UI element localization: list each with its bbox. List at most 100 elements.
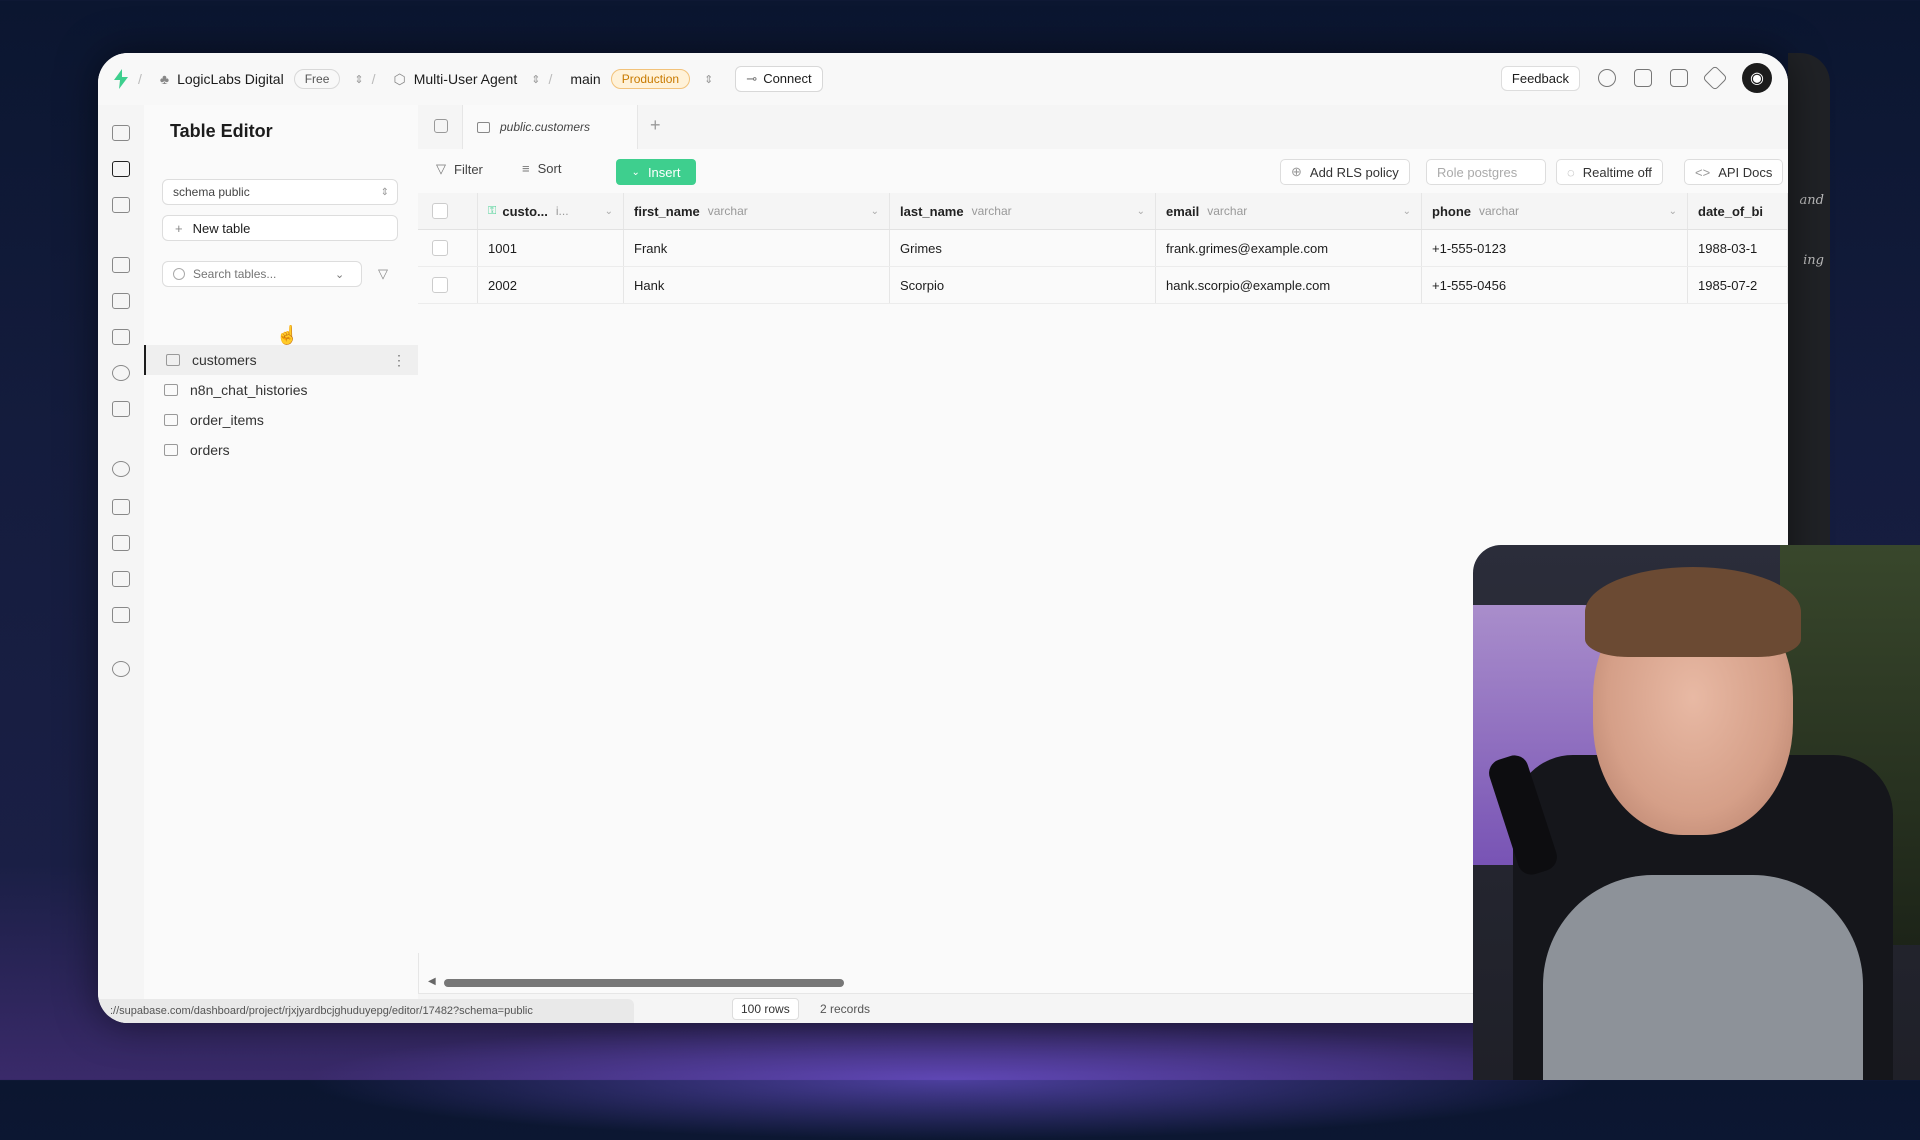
chevron-down-icon[interactable]: ⌄ <box>1669 206 1677 217</box>
terminal-icon[interactable] <box>1670 69 1688 87</box>
search-tables-field[interactable]: ⌄ <box>162 261 362 287</box>
filter-icon[interactable]: ▽ <box>370 261 396 287</box>
chevron-down-icon[interactable]: ⌄ <box>1403 206 1411 217</box>
chevron-updown-icon: ⇕ <box>531 73 541 86</box>
advisors-icon[interactable] <box>112 461 130 477</box>
table-item-label: orders <box>190 442 230 458</box>
table-editor-icon[interactable] <box>112 161 130 177</box>
cell-first-name[interactable]: Frank <box>624 230 890 266</box>
realtime-icon[interactable] <box>112 365 130 381</box>
storage-icon[interactable] <box>112 329 130 345</box>
cell-email[interactable]: frank.grimes@example.com <box>1156 230 1422 266</box>
select-all-checkbox[interactable] <box>432 203 448 219</box>
column-header-phone[interactable]: phone varchar ⌄ <box>1422 193 1688 229</box>
search-input[interactable] <box>191 266 335 282</box>
api-docs-icon[interactable] <box>112 571 130 587</box>
supabase-logo[interactable] <box>112 69 130 89</box>
tab-label: public.customers <box>500 120 591 134</box>
schema-selector[interactable]: schema public ⇕ <box>162 179 398 205</box>
cell-phone[interactable]: +1-555-0123 <box>1422 230 1688 266</box>
tab-public-customers[interactable]: public.customers <box>462 105 638 149</box>
chevron-down-icon[interactable]: ⌄ <box>605 206 613 217</box>
org-name: LogicLabs Digital <box>177 71 284 87</box>
page-title: Table Editor <box>170 121 273 141</box>
org-selector[interactable]: ♣ LogicLabs Digital Free ⇕ <box>160 69 364 89</box>
database-icon[interactable] <box>112 257 130 273</box>
table-item-orders[interactable]: orders <box>144 435 418 465</box>
cell-customer-id[interactable]: 1001 <box>478 230 624 266</box>
column-header-customer-id[interactable]: ⚿ custo... i... ⌄ <box>478 193 624 229</box>
cell-date-of-birth[interactable]: 1985-07-2 <box>1688 267 1788 303</box>
column-header-date-of-birth[interactable]: date_of_bi <box>1688 193 1788 229</box>
settings-icon[interactable] <box>112 661 130 677</box>
add-tab-icon[interactable]: + <box>650 115 661 136</box>
table-list-panel: Table Editor schema public ⇕ + New table… <box>144 105 419 1023</box>
scrollbar-thumb[interactable] <box>444 979 844 987</box>
new-table-button[interactable]: + New table <box>162 215 398 241</box>
edge-functions-icon[interactable] <box>112 401 130 417</box>
help-icon[interactable] <box>1598 69 1616 87</box>
chevron-down-icon[interactable]: ⌄ <box>871 206 879 217</box>
auth-icon[interactable] <box>112 293 130 309</box>
feedback-button[interactable]: Feedback <box>1500 65 1580 91</box>
table-item-customers[interactable]: customers ⋮ <box>144 345 418 375</box>
cell-email[interactable]: hank.scorpio@example.com <box>1156 267 1422 303</box>
chevron-expand-icon[interactable]: ⌄ <box>335 268 344 281</box>
table-item-order-items[interactable]: order_items <box>144 405 418 435</box>
project-icon: ⬡ <box>393 70 406 87</box>
table-icon <box>164 414 178 426</box>
project-name: Multi-User Agent <box>413 71 518 87</box>
column-header-first-name[interactable]: first_name varchar ⌄ <box>624 193 890 229</box>
add-rls-policy-button[interactable]: ⊕ Add RLS policy <box>1280 159 1410 185</box>
inbox-icon[interactable] <box>1634 69 1652 87</box>
filter-button[interactable]: ▽ Filter <box>436 161 483 177</box>
reports-icon[interactable] <box>112 499 130 515</box>
row-select-cell <box>418 230 478 266</box>
insert-button[interactable]: ⌄ Insert <box>616 159 696 185</box>
column-header-email[interactable]: email varchar ⌄ <box>1156 193 1422 229</box>
api-docs-button[interactable]: <> API Docs <box>1684 159 1784 185</box>
connect-label: Connect <box>763 71 812 86</box>
scroll-left-icon[interactable]: ◀ <box>428 976 436 987</box>
column-header-last-name[interactable]: last_name varchar ⌄ <box>890 193 1156 229</box>
table-item-n8n-chat-histories[interactable]: n8n_chat_histories <box>144 375 418 405</box>
cell-last-name[interactable]: Scorpio <box>890 267 1156 303</box>
column-type: varchar <box>971 204 1012 218</box>
integrations-icon[interactable] <box>112 607 130 623</box>
table-row[interactable]: 2002 Hank Scorpio hank.scorpio@example.c… <box>418 267 1788 304</box>
horizontal-scrollbar[interactable]: ◀ <box>428 976 1468 988</box>
table-row[interactable]: 1001 Frank Grimes frank.grimes@example.c… <box>418 230 1788 267</box>
home-icon[interactable] <box>112 125 130 141</box>
more-options-icon[interactable]: ⋮ <box>392 352 406 369</box>
row-checkbox[interactable] <box>432 240 448 256</box>
cell-customer-id[interactable]: 2002 <box>478 267 624 303</box>
role-selector[interactable]: Role postgres <box>1426 159 1546 185</box>
logs-icon[interactable] <box>112 535 130 551</box>
chevron-down-icon[interactable]: ⌄ <box>1137 206 1145 217</box>
cell-date-of-birth[interactable]: 1988-03-1 <box>1688 230 1788 266</box>
plan-badge: Free <box>293 69 341 89</box>
realtime-button[interactable]: ◌ Realtime off <box>1556 159 1663 185</box>
cell-phone[interactable]: +1-555-0456 <box>1422 267 1688 303</box>
avatar[interactable]: ◉ <box>1742 63 1772 93</box>
presenter-hair <box>1585 567 1801 657</box>
table-item-label: n8n_chat_histories <box>190 382 308 398</box>
assistant-icon[interactable] <box>1702 65 1728 91</box>
project-selector[interactable]: ⬡ Multi-User Agent ⇕ <box>394 71 541 88</box>
chevron-updown-icon: ⇕ <box>354 73 364 86</box>
sidebar-toggle-icon[interactable] <box>434 119 448 133</box>
mouse-cursor-icon: ☝ <box>276 325 299 345</box>
breadcrumb-separator: / <box>138 71 142 87</box>
rows-per-page-selector[interactable]: 100 rows <box>732 998 799 1020</box>
connect-button[interactable]: ⊸ Connect <box>735 66 823 92</box>
sort-button[interactable]: ≡ Sort <box>522 161 561 176</box>
cell-first-name[interactable]: Hank <box>624 267 890 303</box>
cell-last-name[interactable]: Grimes <box>890 230 1156 266</box>
column-type: varchar <box>1207 204 1248 218</box>
row-checkbox[interactable] <box>432 277 448 293</box>
table-item-label: customers <box>192 352 257 368</box>
column-name: email <box>1166 203 1200 219</box>
background-text-1: and <box>1799 193 1824 208</box>
sql-editor-icon[interactable] <box>112 197 130 213</box>
branch-selector[interactable]: main Production ⇕ <box>570 69 713 89</box>
